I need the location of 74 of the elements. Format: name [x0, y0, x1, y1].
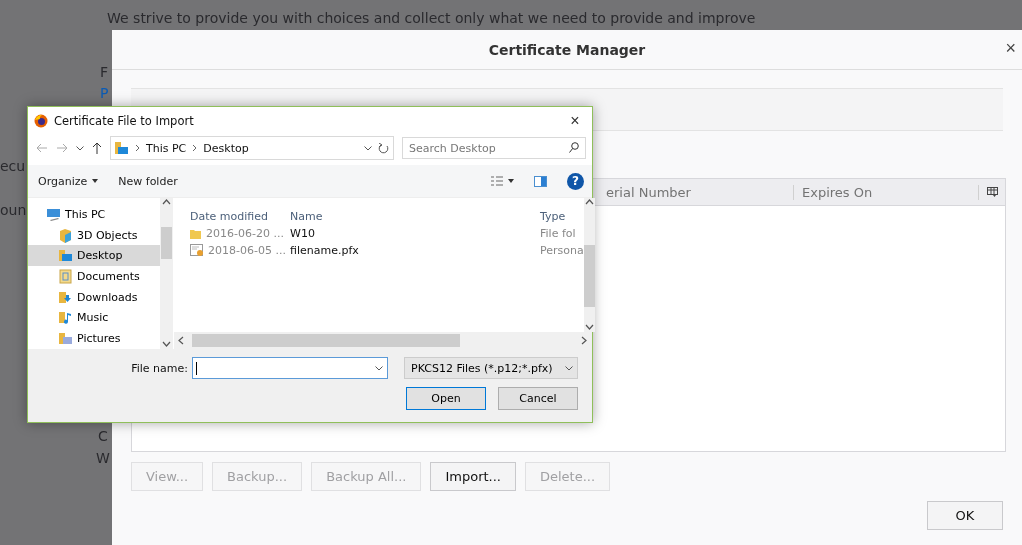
browser-logo-icon: [34, 114, 48, 128]
dialog-title: Certificate File to Import: [54, 114, 195, 128]
dropdown-icon[interactable]: [375, 365, 383, 371]
document-folder-icon: [58, 269, 73, 284]
address-bar[interactable]: This PC Desktop: [110, 136, 394, 160]
table-cell: 2016-06-20 ...: [206, 227, 284, 240]
column-header[interactable]: Expires On: [794, 184, 979, 200]
dropdown-icon: [565, 365, 573, 371]
column-header[interactable]: Name: [290, 210, 540, 223]
navigation-item[interactable]: Pictures: [28, 328, 160, 350]
table-cell: Persona: [540, 244, 584, 257]
column-header[interactable]: Date modified: [190, 210, 290, 223]
file-row[interactable]: 2018-06-05 ... filename.pfx Persona: [174, 242, 584, 259]
background-text: P: [100, 85, 109, 102]
up-arrow-icon[interactable]: [92, 142, 102, 154]
field-label: File name:: [131, 361, 188, 375]
new-folder-button[interactable]: New folder: [118, 174, 178, 188]
navigation-item[interactable]: Music: [28, 307, 160, 329]
search-icon: [569, 142, 579, 153]
cube-folder-icon: [58, 227, 73, 243]
list-view-icon: [491, 175, 503, 187]
navigation-item[interactable]: Desktop: [28, 245, 160, 267]
navigation-item[interactable]: This PC: [28, 204, 160, 225]
column-picker-icon[interactable]: [986, 187, 998, 197]
window-title: Certificate Manager: [488, 41, 646, 58]
background-text: C: [98, 428, 108, 445]
caret-icon: [92, 179, 99, 183]
ok-button[interactable]: OK: [927, 501, 1003, 530]
file-type-dropdown[interactable]: PKCS12 Files (*.p12;*.pfx): [404, 357, 578, 379]
action-button[interactable]: Import...: [430, 462, 516, 491]
background-text: F: [100, 64, 109, 81]
column-header[interactable]: erial Number: [598, 184, 794, 200]
column-header[interactable]: Type: [540, 210, 584, 223]
cancel-button[interactable]: Cancel: [498, 387, 578, 410]
dropdown-icon[interactable]: [364, 145, 372, 151]
refresh-icon[interactable]: [378, 142, 389, 154]
chevron-icon: [192, 144, 198, 152]
navigation-item[interactable]: 3D Objects: [28, 224, 160, 246]
navigation-item[interactable]: Documents: [28, 266, 160, 287]
download-folder-icon: [58, 289, 73, 305]
background-text: ecu: [0, 158, 26, 175]
folder-icon: [190, 228, 202, 239]
music-folder-icon: [58, 310, 73, 326]
certificate-file-icon: [190, 244, 204, 257]
computer-icon: [46, 206, 61, 222]
recent-dropdown-icon[interactable]: [76, 145, 84, 151]
open-button[interactable]: Open: [406, 387, 486, 410]
navigation-item[interactable]: Downloads: [28, 286, 160, 308]
background-text: W: [96, 450, 110, 467]
desktop-folder-icon: [58, 248, 73, 264]
breadcrumb-item[interactable]: This PC: [146, 141, 187, 155]
table-cell-text: File fol: [540, 227, 577, 240]
organize-menu[interactable]: Organize: [38, 174, 99, 188]
file-row[interactable]: 2016-06-20 ... W10 File fol: [174, 225, 584, 242]
desktop-folder-icon: [115, 141, 129, 155]
search-field[interactable]: Search Desktop: [402, 137, 586, 159]
close-button[interactable]: ×: [1001, 38, 1020, 59]
picture-folder-icon: [58, 331, 73, 347]
table-cell: 2018-06-05 ...: [208, 244, 286, 257]
background-text: We strive to provide you with choices and collect only what we need to provide and improve: [107, 10, 756, 27]
background-text: oun: [0, 202, 27, 219]
scrollbar-thumb[interactable]: [583, 245, 595, 307]
file-name-field[interactable]: [192, 357, 388, 379]
scrollbar-thumb[interactable]: [161, 227, 172, 259]
caret-icon: [508, 179, 514, 183]
table-cell-text: W10: [290, 227, 316, 240]
chevron-icon: [135, 144, 140, 152]
close-button[interactable]: ×: [558, 108, 592, 134]
view-options-button[interactable]: [491, 175, 514, 187]
preview-pane-icon[interactable]: [534, 175, 547, 187]
help-button[interactable]: ?: [567, 172, 584, 190]
breadcrumb-item[interactable]: Desktop: [203, 141, 249, 155]
table-cell-text: filename.pfx: [290, 244, 360, 257]
scrollbar-thumb[interactable]: [192, 334, 460, 347]
